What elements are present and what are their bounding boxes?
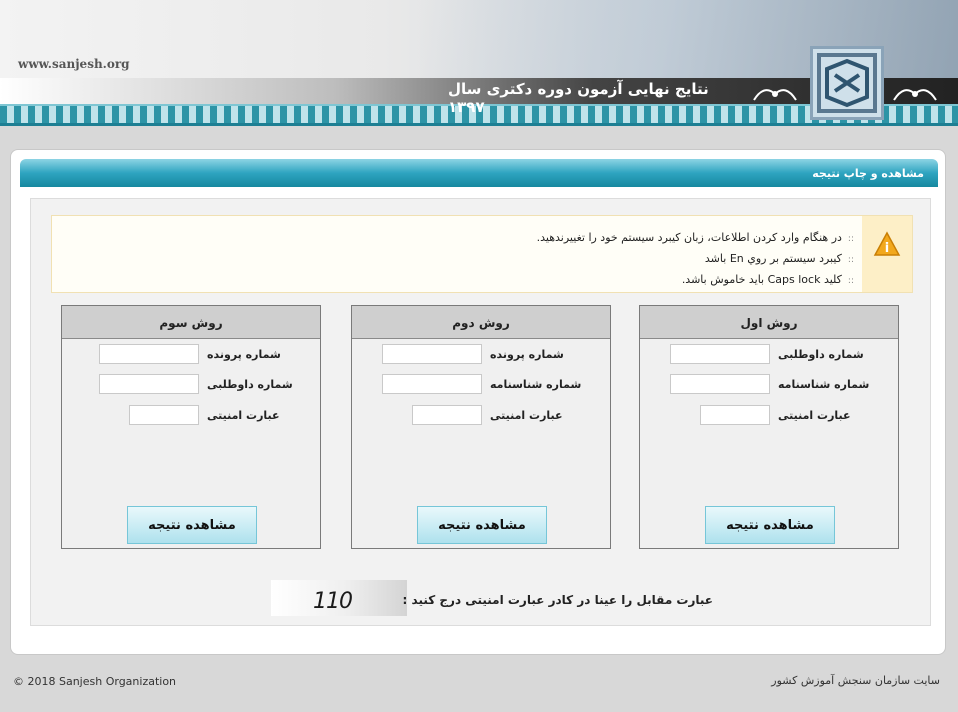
method-title: روش اول [640,306,898,339]
page-title: نتایج نهایی آزمون دوره دکتری سال ۱۳۹۷ [448,80,709,116]
notice-list: ::در هنگام وارد کردن اطلاعات، زبان کیبرد… [537,228,854,291]
field-label: عبارت امنیتی [490,409,563,422]
method-title: روش سوم [62,306,320,339]
view-result-button[interactable]: مشاهده نتیجه [127,506,257,544]
bullet-icon: :: [847,234,854,244]
field-label: شماره داوطلبی [207,378,293,391]
form-row: عبارت امنیتی [62,405,320,427]
file-number-input[interactable] [99,344,199,364]
content-area: i ::در هنگام وارد کردن اطلاعات، زبان کیب… [30,198,931,626]
field-label: عبارت امنیتی [207,409,280,422]
svg-text:i: i [885,241,889,256]
ornament-icon [753,89,797,101]
panel-title: مشاهده و چاپ نتیجه [20,159,938,187]
copyright-text: © 2018 Sanjesh Organization [13,675,177,688]
security-code-input[interactable] [700,405,770,425]
warning-icon: i [873,231,901,256]
form-row: عبارت امنیتی [352,405,610,427]
method-title: روش دوم [352,306,610,339]
sanjesh-logo [810,46,884,120]
bullet-icon: :: [847,255,854,265]
header-banner: www.sanjesh.org نتایج نهایی آزمون دوره د… [0,0,958,126]
id-number-input[interactable] [670,374,770,394]
form-row: شماره پرونده [352,344,610,366]
security-code-input[interactable] [129,405,199,425]
field-label: شماره پرونده [490,348,564,361]
notice-item: ::کلید Caps lock باید خاموش باشد. [681,273,854,286]
method-one-box: روش اول شماره داوطلبی شماره شناسنامه عبا… [639,305,899,549]
notice-item: ::کیبرد سیستم بر روي En باشد [704,252,854,265]
field-label: شماره داوطلبی [778,348,864,361]
notice-item: ::در هنگام وارد کردن اطلاعات، زبان کیبرد… [536,231,854,244]
results-panel: مشاهده و چاپ نتیجه i ::در هنگام وارد کرد… [10,149,946,655]
form-row: عبارت امنیتی [640,405,898,427]
field-label: شماره پرونده [207,348,281,361]
logo-icon [817,53,877,113]
candidate-number-input[interactable] [99,374,199,394]
method-two-box: روش دوم شماره پرونده شماره شناسنامه عبار… [351,305,611,549]
captcha-instruction: عبارت مقابل را عینا در کادر عبارت امنیتی… [402,593,713,607]
notice-icon-box: i [862,216,912,292]
notice-box: i ::در هنگام وارد کردن اطلاعات، زبان کیب… [51,215,913,293]
form-row: شماره داوطلبی [640,344,898,366]
field-label: شماره شناسنامه [778,378,870,391]
id-number-input[interactable] [382,374,482,394]
view-result-button[interactable]: مشاهده نتیجه [417,506,547,544]
captcha-code: 110 [313,589,353,614]
bullet-icon: :: [847,276,854,286]
field-label: شماره شناسنامه [490,378,582,391]
ornament-icon [893,89,937,101]
captcha-image: 110 [271,580,407,616]
form-row: شماره داوطلبی [62,374,320,396]
method-three-box: روش سوم شماره پرونده شماره داوطلبی عبارت… [61,305,321,549]
security-code-input[interactable] [412,405,482,425]
footer-site-name: سایت سازمان سنجش آموزش کشور [771,674,940,687]
file-number-input[interactable] [382,344,482,364]
view-result-button[interactable]: مشاهده نتیجه [705,506,835,544]
form-row: شماره پرونده [62,344,320,366]
form-row: شماره شناسنامه [640,374,898,396]
form-row: شماره شناسنامه [352,374,610,396]
field-label: عبارت امنیتی [778,409,851,422]
candidate-number-input[interactable] [670,344,770,364]
site-url: www.sanjesh.org [18,57,130,71]
